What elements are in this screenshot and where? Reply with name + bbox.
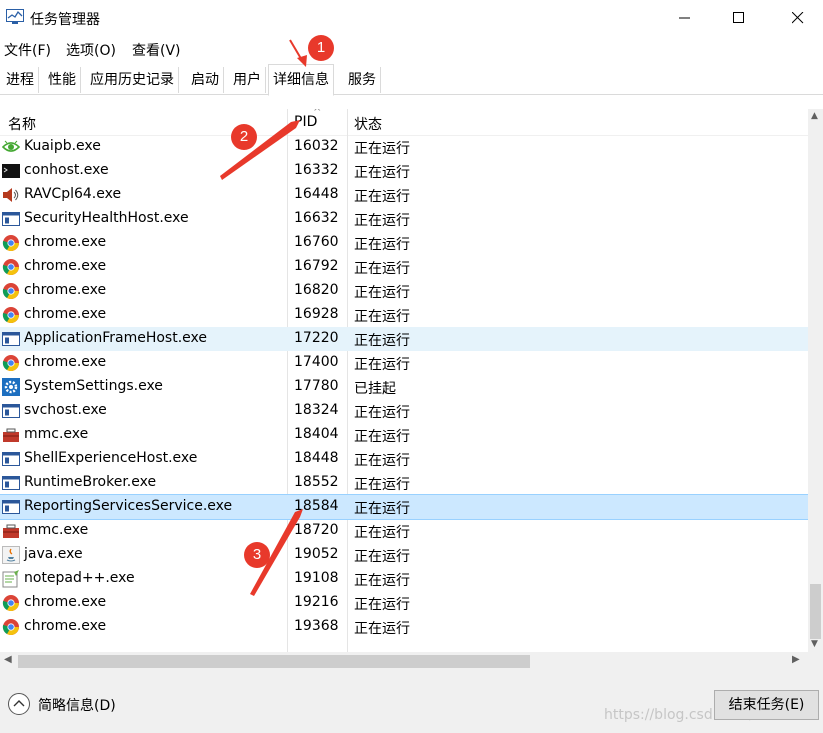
annotation-marker-1: 1	[308, 35, 334, 61]
annotation-overlay	[220, 39, 307, 596]
annotation-marker-3: 3	[244, 542, 270, 568]
annotation-marker-2: 2	[231, 124, 257, 150]
